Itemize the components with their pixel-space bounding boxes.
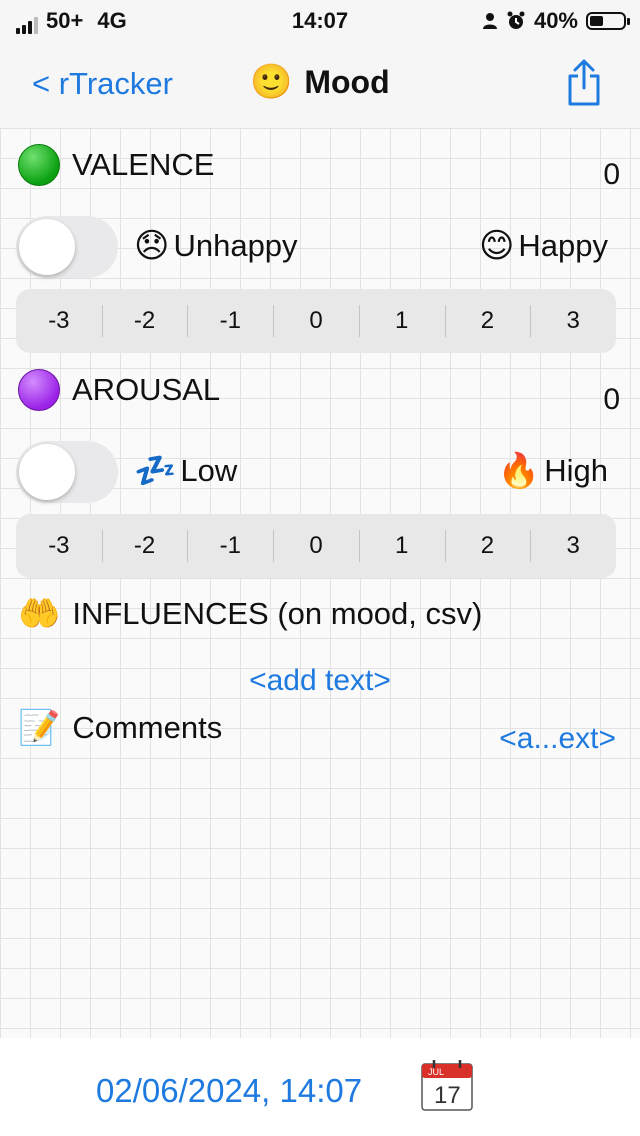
status-right: 40% <box>482 8 630 34</box>
arousal-low-label: 💤 Low <box>134 451 237 491</box>
arousal-option[interactable]: 1 <box>358 514 445 578</box>
open-hands-icon: 🤲 <box>18 595 61 633</box>
valence-value: 0 <box>603 158 620 191</box>
back-button[interactable]: < rTracker <box>32 66 173 102</box>
influences-header: 🤲 INFLUENCES (on mood, csv) <box>18 594 482 634</box>
comments-header: 📝 Comments <box>18 708 222 748</box>
arousal-toggle[interactable] <box>16 441 118 503</box>
valence-header: VALENCE <box>18 144 214 186</box>
calendar-month: JUL <box>428 1067 444 1077</box>
arousal-option[interactable]: 0 <box>273 514 359 578</box>
valence-option[interactable]: -3 <box>16 289 102 353</box>
valence-option[interactable]: -1 <box>187 289 273 353</box>
arousal-value: 0 <box>603 383 620 416</box>
nav-bar: < rTracker 🙂 Mood <box>0 40 640 128</box>
valence-option[interactable]: 2 <box>444 289 531 353</box>
arousal-option[interactable]: -3 <box>16 514 102 578</box>
valence-option[interactable]: 0 <box>273 289 359 353</box>
smiling-face-icon: 😊 <box>478 227 515 265</box>
valence-label: VALENCE <box>72 147 215 182</box>
page-title: 🙂 Mood <box>250 62 390 102</box>
battery-icon <box>586 12 630 30</box>
alarm-icon <box>507 11 525 29</box>
calendar-icon[interactable]: JUL 17 <box>420 1058 474 1112</box>
arousal-option[interactable]: 3 <box>530 514 616 578</box>
low-text: Low <box>180 453 238 488</box>
comments-text-link[interactable]: <a...ext> <box>499 722 616 756</box>
arousal-header: AROUSAL <box>18 369 220 411</box>
valence-option[interactable]: 1 <box>358 289 445 353</box>
share-icon[interactable] <box>564 58 604 108</box>
valence-scale[interactable]: -3 -2 -1 0 1 2 3 <box>16 289 616 353</box>
tracker-form: VALENCE 0 😞 Unhappy 😊 Happy -3 -2 -1 0 1… <box>0 128 640 1038</box>
valence-option[interactable]: 3 <box>530 289 616 353</box>
fire-icon: 🔥 <box>497 452 541 490</box>
valence-toggle[interactable] <box>16 216 118 278</box>
calendar-day: 17 <box>434 1082 461 1109</box>
memo-icon: 📝 <box>18 709 61 747</box>
title-emoji: 🙂 <box>250 63 293 101</box>
status-bar: 50+ 4G 14:07 40% <box>0 0 640 40</box>
arousal-option[interactable]: 2 <box>444 514 531 578</box>
battery-percent: 40% <box>533 8 578 33</box>
disappointed-face-icon: 😞 <box>134 227 170 265</box>
arousal-scale[interactable]: -3 -2 -1 0 1 2 3 <box>16 514 616 578</box>
comments-label: Comments <box>72 710 223 745</box>
datetime-button[interactable]: 02/06/2024, 14:07 <box>96 1072 362 1110</box>
zzz-icon: 💤 <box>134 452 177 490</box>
valence-option[interactable]: -2 <box>101 289 188 353</box>
high-text: High <box>544 453 608 488</box>
arousal-option[interactable]: -1 <box>187 514 273 578</box>
title-text: Mood <box>304 63 390 100</box>
green-circle-icon <box>18 144 60 186</box>
add-text-link[interactable]: <add text> <box>0 664 640 698</box>
valence-high-label: 😊 Happy <box>479 226 608 266</box>
arousal-option[interactable]: -2 <box>101 514 188 578</box>
arousal-high-label: 🔥 High <box>498 451 608 491</box>
influences-label: INFLUENCES (on mood, csv) <box>72 596 483 631</box>
arousal-label: AROUSAL <box>72 372 221 407</box>
happy-text: Happy <box>518 228 608 263</box>
person-icon <box>482 13 497 29</box>
footer: 02/06/2024, 14:07 JUL 17 <box>0 1038 640 1136</box>
valence-low-label: 😞 Unhappy <box>134 226 298 266</box>
unhappy-text: Unhappy <box>173 228 298 263</box>
purple-circle-icon <box>18 369 60 411</box>
